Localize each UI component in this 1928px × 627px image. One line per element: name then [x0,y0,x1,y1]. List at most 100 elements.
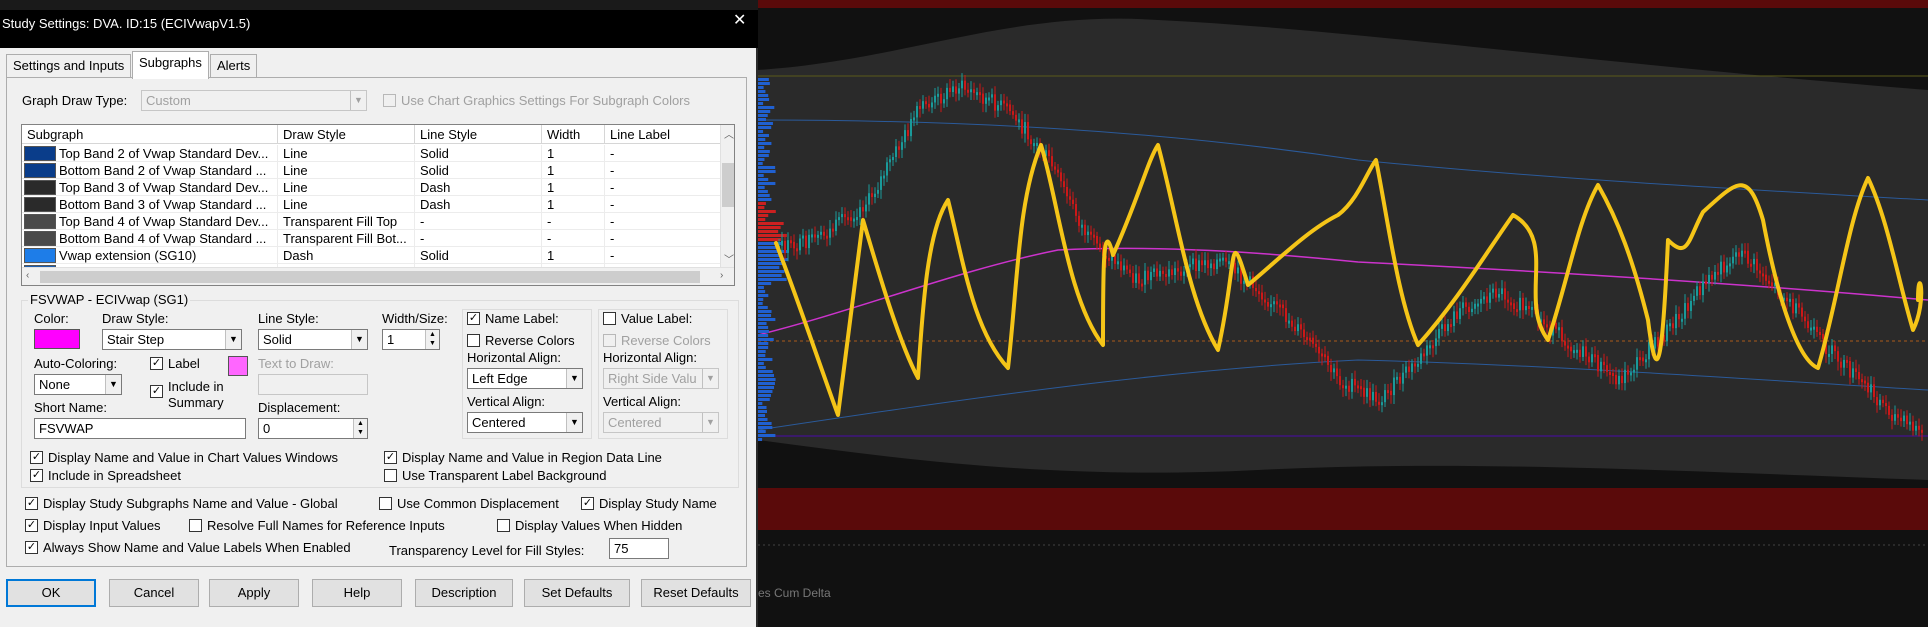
price-chart[interactable]: es Cum Delta [758,0,1928,627]
table-vertical-scrollbar[interactable]: ︿ ﹀ [720,125,734,267]
table-cell-width[interactable]: 1 [542,179,605,196]
graph-draw-type-select[interactable]: Custom ▼ [141,90,367,111]
scroll-down-icon[interactable]: ﹀ [724,251,734,266]
table-cell-line-label[interactable]: - [605,196,722,213]
table-cell-name[interactable]: Bottom Band 4 of Vwap Standard ... [22,230,278,247]
table-cell-line-style[interactable]: - [415,213,542,230]
table-cell-width[interactable]: 1 [542,247,605,264]
table-cell-name[interactable]: Bottom Band 3 of Vwap Standard ... [22,196,278,213]
name-label-reverse-colors-checkbox[interactable] [467,334,480,347]
text-to-draw-input[interactable] [258,374,368,395]
transparency-input[interactable]: 75 [609,538,669,559]
column-header-subgraph[interactable]: Subgraph [22,125,278,144]
always-show-labels-checkbox[interactable]: ✓ [25,541,38,554]
table-cell-line-style[interactable]: Dash [415,196,542,213]
scroll-right-icon[interactable]: › [720,270,723,281]
spin-up-icon[interactable]: ▲ [354,419,367,428]
table-row[interactable]: Top Band 4 of Vwap Standard Dev... Transp… [22,213,722,230]
displacement-stepper[interactable]: 0 ▲ ▼ [258,418,368,439]
display-values-when-hidden-checkbox[interactable] [497,519,510,532]
table-cell-line-label[interactable]: - [605,162,722,179]
display-study-name-checkbox[interactable]: ✓ [581,497,594,510]
subgraph-color-swatch[interactable] [24,248,56,263]
name-label-checkbox[interactable]: ✓ [467,312,480,325]
table-cell-name[interactable]: Top Band 4 of Vwap Standard Dev... [22,213,278,230]
table-cell-line-label[interactable]: - [605,179,722,196]
column-header-line-style[interactable]: Line Style [415,125,542,144]
column-header-width[interactable]: Width [542,125,605,144]
spin-down-icon[interactable]: ▼ [426,339,439,348]
table-cell-name[interactable]: Top Band 3 of Vwap Standard Dev... [22,179,278,196]
subgraph-color-swatch[interactable] [24,214,56,229]
value-label-vertical-align-select[interactable]: Centered ▼ [603,412,719,433]
subgraph-color-swatch[interactable] [24,197,56,212]
include-in-spreadsheet-checkbox[interactable]: ✓ [30,469,43,482]
display-study-subgraphs-checkbox[interactable]: ✓ [25,497,38,510]
subgraph-color-swatch[interactable] [24,163,56,178]
tab-settings-and-inputs[interactable]: Settings and Inputs [6,54,132,78]
table-cell-line-style[interactable]: Solid [415,162,542,179]
value-label-reverse-colors-checkbox[interactable] [603,334,616,347]
help-button[interactable]: Help [312,579,402,607]
scroll-left-icon[interactable]: ‹ [26,270,29,281]
table-cell-draw-style[interactable]: Line [278,179,415,196]
cancel-button[interactable]: Cancel [109,579,199,607]
display-in-chart-values-checkbox[interactable]: ✓ [30,451,43,464]
column-header-draw-style[interactable]: Draw Style [278,125,415,144]
table-row[interactable]: Bottom Band 4 of Vwap Standard ... Transp… [22,230,722,247]
table-cell-draw-style[interactable]: Line [278,145,415,162]
resolve-full-names-checkbox[interactable] [189,519,202,532]
subgraph-color-swatch[interactable] [24,146,56,161]
table-cell-width[interactable]: - [542,213,605,230]
include-in-summary-checkbox[interactable]: ✓ [150,385,163,398]
display-input-values-checkbox[interactable]: ✓ [25,519,38,532]
table-cell-draw-style[interactable]: Transparent Fill Bot... [278,230,415,247]
scroll-thumb[interactable] [722,163,734,207]
tab-alerts[interactable]: Alerts [210,54,258,78]
table-cell-line-label[interactable]: - [605,247,722,264]
value-label-checkbox[interactable] [603,312,616,325]
table-cell-width[interactable]: 1 [542,145,605,162]
table-cell-draw-style[interactable]: Dash [278,247,415,264]
table-row[interactable]: Vwap extension (SG10) Dash Solid 1- [22,247,722,264]
table-cell-line-style[interactable]: Dash [415,179,542,196]
name-label-horizontal-align-select[interactable]: Left Edge ▼ [467,368,583,389]
table-horizontal-scrollbar[interactable]: ‹ › [22,267,734,285]
line-style-select[interactable]: Solid ▼ [258,329,368,350]
table-cell-name[interactable]: Top Band 2 of Vwap Standard Dev... [22,145,278,162]
name-label-vertical-align-select[interactable]: Centered ▼ [467,412,583,433]
spin-buttons[interactable]: ▲ ▼ [353,419,367,438]
reset-defaults-button[interactable]: Reset Defaults [641,579,751,607]
table-cell-line-style[interactable]: - [415,230,542,247]
table-cell-name[interactable]: Bottom Band 2 of Vwap Standard ... [22,162,278,179]
set-defaults-button[interactable]: Set Defaults [524,579,630,607]
table-row[interactable]: Top Band 2 of Vwap Standard Dev... Line So… [22,145,722,162]
use-chart-graphics-checkbox[interactable] [383,94,396,107]
subgraph-color-swatch[interactable] [24,180,56,195]
label-color-swatch[interactable] [228,356,248,376]
table-cell-draw-style[interactable]: Transparent Fill Top [278,213,415,230]
ok-button[interactable]: OK [6,579,96,607]
table-cell-line-label[interactable]: - [605,213,722,230]
table-row[interactable]: Bottom Band 2 of Vwap Standard ... Line So… [22,162,722,179]
table-cell-width[interactable]: 1 [542,162,605,179]
table-row[interactable]: Bottom Band 3 of Vwap Standard ... Line Da… [22,196,722,213]
scroll-thumb-horizontal[interactable] [40,271,700,283]
spin-buttons[interactable]: ▲ ▼ [425,330,439,349]
color-swatch-button[interactable] [34,329,80,349]
tab-subgraphs[interactable]: Subgraphs [132,51,209,79]
short-name-input[interactable]: FSVWAP [34,418,246,439]
auto-coloring-select[interactable]: None ▼ [34,374,122,395]
use-common-displacement-checkbox[interactable] [379,497,392,510]
table-cell-name[interactable]: Vwap extension (SG10) [22,247,278,264]
table-cell-width[interactable]: - [542,230,605,247]
spin-down-icon[interactable]: ▼ [354,428,367,437]
display-in-region-data-checkbox[interactable]: ✓ [384,451,397,464]
table-cell-draw-style[interactable]: Line [278,196,415,213]
column-header-line-label[interactable]: Line Label [605,125,722,144]
table-cell-line-label[interactable]: - [605,145,722,162]
table-cell-width[interactable]: 1 [542,196,605,213]
spin-up-icon[interactable]: ▲ [426,330,439,339]
draw-style-select[interactable]: Stair Step ▼ [102,329,242,350]
table-cell-line-style[interactable]: Solid [415,145,542,162]
